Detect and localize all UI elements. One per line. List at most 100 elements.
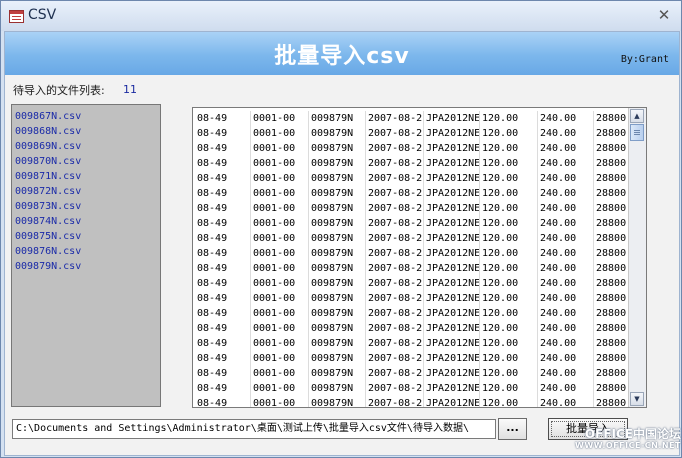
table-cell: JPA2012NE <box>426 291 480 306</box>
table-cell: 009879N <box>309 141 366 156</box>
table-row[interactable]: 08-49 0001-00 009879N 2007-08-2 JPA2012NE 120… <box>195 261 629 276</box>
table-cell: 240.00 <box>538 336 594 351</box>
table-cell: 0001-00 <box>251 141 309 156</box>
scroll-down-arrow-icon[interactable]: ▼ <box>630 392 644 406</box>
vertical-scrollbar[interactable]: ▲ ▼ <box>628 108 646 407</box>
file-list-item[interactable]: 009873N.csv <box>12 199 160 214</box>
table-row[interactable]: 08-49 0001-00 009879N 2007-08-2 JPA2012NE 120… <box>195 366 629 381</box>
banner-title: 批量导入csv <box>274 44 410 69</box>
table-cell: 009879N <box>309 216 366 231</box>
file-list-item[interactable]: 009869N.csv <box>12 139 160 154</box>
table-cell: 240.00 <box>538 261 594 276</box>
folder-path-input[interactable]: C:\Documents and Settings\Administrator\… <box>12 419 496 439</box>
table-cell: 08-49 <box>195 336 251 351</box>
table-cell: 28800 <box>594 201 629 216</box>
table-cell: 120.00 <box>480 171 538 186</box>
browse-button[interactable]: ... <box>498 418 527 440</box>
table-cell: 28800 <box>594 336 629 351</box>
table-cell: 2007-08-2 <box>368 381 424 396</box>
table-row[interactable]: 08-49 0001-00 009879N 2007-08-2 JPA2012NE 120… <box>195 291 629 306</box>
table-cell: 28800 <box>594 111 629 126</box>
file-list-item[interactable]: 009874N.csv <box>12 214 160 229</box>
table-cell: 08-49 <box>195 276 251 291</box>
file-list-item[interactable]: 009867N.csv <box>12 109 160 124</box>
table-cell: 240.00 <box>538 351 594 366</box>
table-row[interactable]: 08-49 0001-00 009879N 2007-08-2 JPA2012NE 120… <box>195 111 629 126</box>
table-cell: 120.00 <box>480 111 538 126</box>
file-list-item[interactable]: 009879N.csv <box>12 259 160 274</box>
table-cell: 009879N <box>309 156 366 171</box>
table-cell: 240.00 <box>538 171 594 186</box>
table-row[interactable]: 08-49 0001-00 009879N 2007-08-2 JPA2012NE 120… <box>195 336 629 351</box>
table-cell: 08-49 <box>195 351 251 366</box>
table-cell: 28800 <box>594 261 629 276</box>
table-cell: JPA2012NE <box>426 141 480 156</box>
table-cell: 08-49 <box>195 366 251 381</box>
table-cell: 08-49 <box>195 156 251 171</box>
table-cell: 2007-08-2 <box>368 246 424 261</box>
file-list-item[interactable]: 009875N.csv <box>12 229 160 244</box>
table-cell: 28800 <box>594 216 629 231</box>
table-cell: 28800 <box>594 291 629 306</box>
table-cell: JPA2012NE <box>426 201 480 216</box>
table-cell: 08-49 <box>195 246 251 261</box>
table-cell: 08-49 <box>195 186 251 201</box>
table-row[interactable]: 08-49 0001-00 009879N 2007-08-2 JPA2012NE 120… <box>195 381 629 396</box>
table-cell: 120.00 <box>480 321 538 336</box>
table-cell: 08-49 <box>195 321 251 336</box>
table-cell: 009879N <box>309 276 366 291</box>
table-cell: 240.00 <box>538 216 594 231</box>
close-icon[interactable]: ✕ <box>653 6 675 24</box>
table-cell: 0001-00 <box>251 336 309 351</box>
table-row[interactable]: 08-49 0001-00 009879N 2007-08-2 JPA2012NE 120… <box>195 186 629 201</box>
table-cell: 240.00 <box>538 141 594 156</box>
table-row[interactable]: 08-49 0001-00 009879N 2007-08-2 JPA2012NE 120… <box>195 126 629 141</box>
form-window: CSV ✕ 批量导入csv By:Grant 待导入的文件列表: 11 0098… <box>0 0 682 458</box>
table-cell: 0001-00 <box>251 216 309 231</box>
table-cell: 28800 <box>594 246 629 261</box>
table-cell: JPA2012NE <box>426 246 480 261</box>
table-row[interactable]: 08-49 0001-00 009879N 2007-08-2 JPA2012NE 120… <box>195 216 629 231</box>
table-cell: 120.00 <box>480 141 538 156</box>
table-row[interactable]: 08-49 0001-00 009879N 2007-08-2 JPA2012NE 120… <box>195 171 629 186</box>
table-row[interactable]: 08-49 0001-00 009879N 2007-08-2 JPA2012NE 120… <box>195 306 629 321</box>
table-cell: 240.00 <box>538 246 594 261</box>
table-row[interactable]: 08-49 0001-00 009879N 2007-08-2 JPA2012NE 120… <box>195 396 629 407</box>
table-cell: 120.00 <box>480 186 538 201</box>
table-cell: 009879N <box>309 336 366 351</box>
file-list-item[interactable]: 009871N.csv <box>12 169 160 184</box>
table-row[interactable]: 08-49 0001-00 009879N 2007-08-2 JPA2012NE 120… <box>195 276 629 291</box>
table-cell: 28800 <box>594 231 629 246</box>
table-row[interactable]: 08-49 0001-00 009879N 2007-08-2 JPA2012NE 120… <box>195 351 629 366</box>
table-cell: 2007-08-2 <box>368 111 424 126</box>
file-list-box[interactable]: 009867N.csv 009868N.csv 009869N.csv 009870N… <box>11 104 161 407</box>
table-row[interactable]: 08-49 0001-00 009879N 2007-08-2 JPA2012NE 120… <box>195 321 629 336</box>
table-row[interactable]: 08-49 0001-00 009879N 2007-08-2 JPA2012NE 120… <box>195 201 629 216</box>
table-cell: 120.00 <box>480 156 538 171</box>
table-cell: 009879N <box>309 306 366 321</box>
table-cell: 009879N <box>309 381 366 396</box>
table-row[interactable]: 08-49 0001-00 009879N 2007-08-2 JPA2012NE 120… <box>195 141 629 156</box>
data-preview-grid[interactable]: 08-49 0001-00 009879N 2007-08-2 JPA2012NE 120… <box>192 107 647 408</box>
table-cell: 0001-00 <box>251 396 309 407</box>
table-cell: 009879N <box>309 201 366 216</box>
table-cell: JPA2012NE <box>426 306 480 321</box>
table-cell: 08-49 <box>195 141 251 156</box>
scroll-up-arrow-icon[interactable]: ▲ <box>630 109 644 123</box>
file-list-item[interactable]: 009876N.csv <box>12 244 160 259</box>
file-list-item[interactable]: 009872N.csv <box>12 184 160 199</box>
table-cell: 009879N <box>309 186 366 201</box>
table-row[interactable]: 08-49 0001-00 009879N 2007-08-2 JPA2012NE 120… <box>195 231 629 246</box>
scroll-thumb[interactable] <box>630 124 644 141</box>
table-cell: 009879N <box>309 231 366 246</box>
table-cell: 28800 <box>594 381 629 396</box>
file-list-item[interactable]: 009870N.csv <box>12 154 160 169</box>
table-cell: 28800 <box>594 321 629 336</box>
table-row[interactable]: 08-49 0001-00 009879N 2007-08-2 JPA2012NE 120… <box>195 246 629 261</box>
table-row[interactable]: 08-49 0001-00 009879N 2007-08-2 JPA2012NE 120… <box>195 156 629 171</box>
file-list-item[interactable]: 009868N.csv <box>12 124 160 139</box>
table-cell: 0001-00 <box>251 351 309 366</box>
table-cell: 2007-08-2 <box>368 291 424 306</box>
table-cell: 28800 <box>594 276 629 291</box>
grid-rows: 08-49 0001-00 009879N 2007-08-2 JPA2012NE 120… <box>195 111 629 407</box>
